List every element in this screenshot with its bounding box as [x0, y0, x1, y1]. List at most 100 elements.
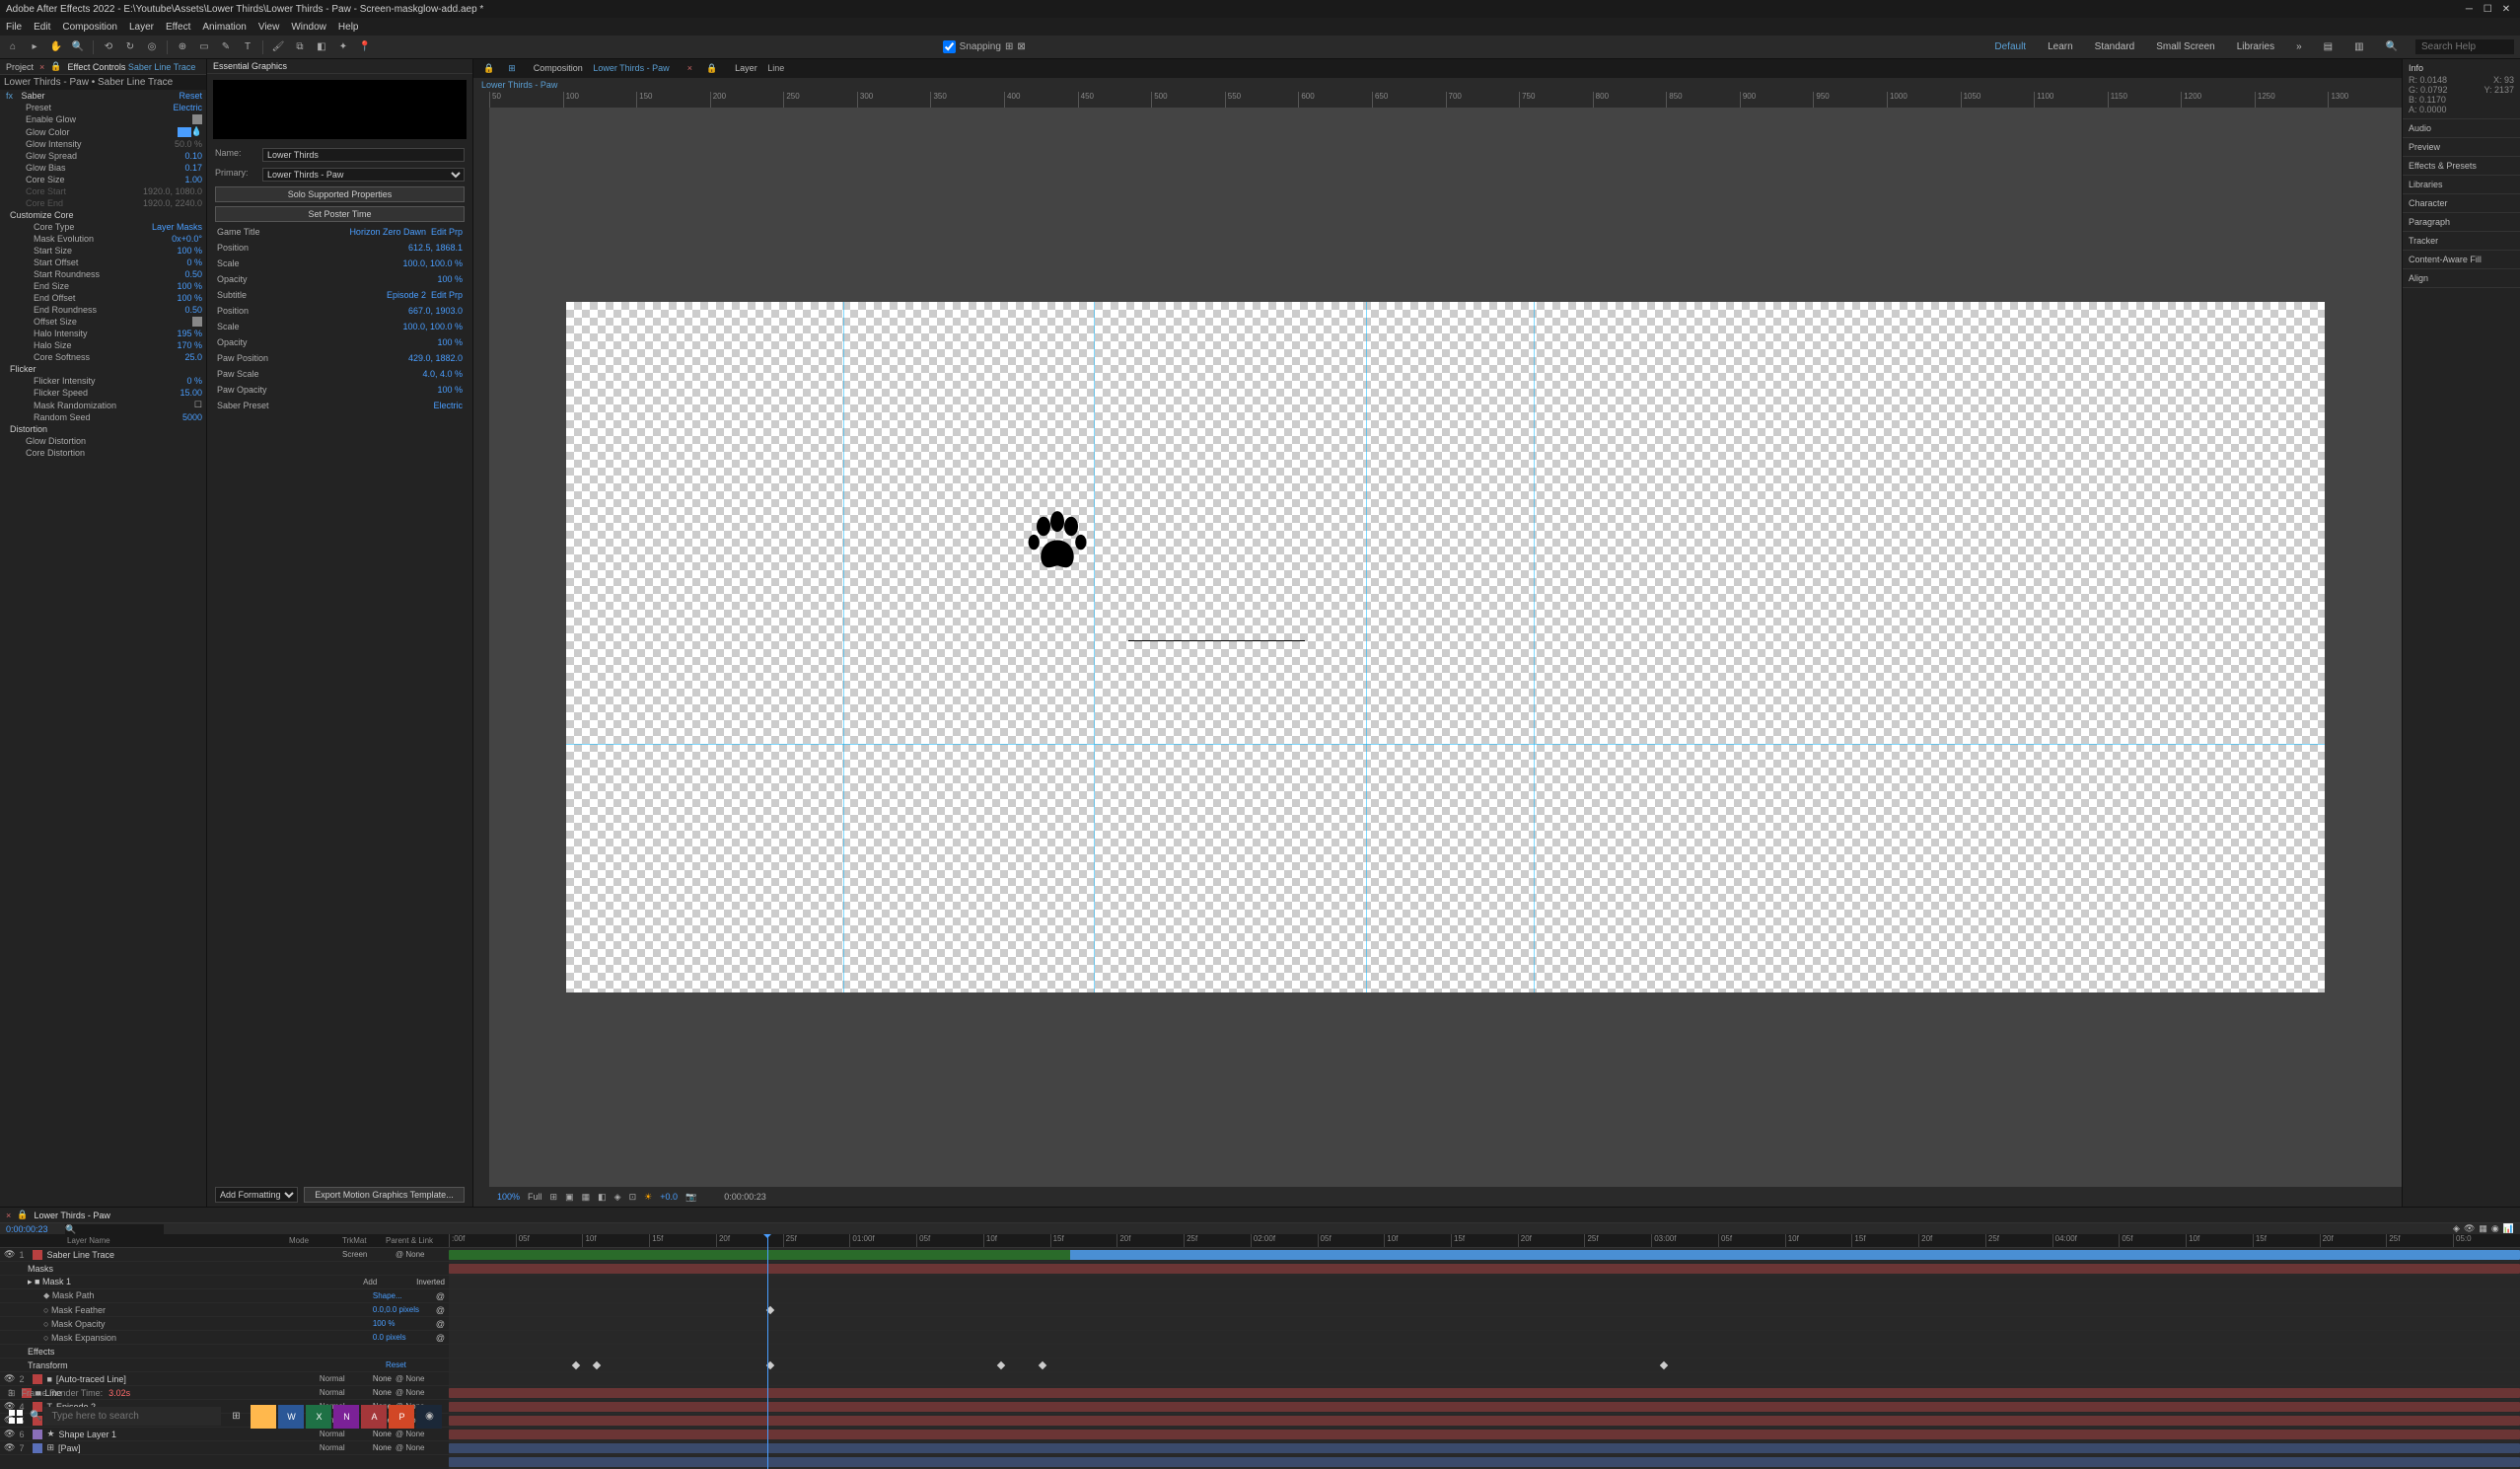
eyedropper-icon[interactable]: 💧 [191, 126, 202, 137]
comp-close-icon[interactable]: × [684, 61, 696, 76]
workspace-standard[interactable]: Standard [2091, 39, 2139, 54]
pen-tool-icon[interactable]: ✎ [219, 40, 233, 54]
layer-mask1[interactable]: ▸ ■ Mask 1AddInverted [0, 1276, 449, 1289]
comp-flow-icon[interactable]: ⊞ [504, 61, 520, 76]
layer-row-6[interactable]: 👁6★Shape Layer 1NormalNone@ None [0, 1428, 449, 1441]
resolution-dropdown[interactable]: Full [528, 1192, 542, 1202]
zoom-tool-icon[interactable]: 🔍 [71, 40, 85, 54]
menu-help[interactable]: Help [338, 22, 359, 33]
enable-glow-checkbox[interactable] [192, 114, 202, 124]
content-aware-panel[interactable]: Content-Aware Fill [2403, 251, 2520, 269]
preset-dropdown[interactable]: Electric [173, 103, 202, 112]
paragraph-panel[interactable]: Paragraph [2403, 213, 2520, 232]
view-icon[interactable]: ⊡ [629, 1192, 637, 1203]
workspace-default[interactable]: Default [1990, 39, 2030, 54]
layer-row-7[interactable]: 👁7⊞[Paw]NormalNone@ None [0, 1441, 449, 1455]
timeline-close-icon[interactable]: × [6, 1211, 11, 1220]
transparency-icon[interactable]: ▦ [582, 1192, 591, 1203]
playhead[interactable] [767, 1234, 768, 1469]
mask-rand-checkbox[interactable]: ☐ [194, 400, 202, 410]
layer-lock-icon[interactable]: 🔒 [702, 61, 721, 76]
pan-behind-tool-icon[interactable]: ⊕ [176, 40, 189, 54]
timeline-ruler[interactable]: :00f05f10f15f20f25f01:00f05f10f15f20f25f… [449, 1234, 2520, 1248]
word-icon[interactable]: W [278, 1405, 304, 1429]
workspace-more-icon[interactable]: » [2292, 39, 2306, 54]
composition-tab[interactable]: Composition Lower Thirds - Paw [526, 61, 678, 76]
layer-effects[interactable]: Effects [0, 1345, 449, 1359]
grid-icon[interactable]: ⊞ [550, 1192, 558, 1203]
brush-tool-icon[interactable]: 🖌 [271, 40, 285, 54]
mask-path[interactable]: ⬥ Mask PathShape...@ [0, 1289, 449, 1303]
taskbar-search-icon[interactable]: 🔍 [30, 1411, 41, 1422]
steam-icon[interactable]: ◉ [416, 1405, 442, 1429]
toolbar-icon-1[interactable]: ▤ [2320, 39, 2337, 54]
snapping-checkbox[interactable] [943, 40, 956, 53]
align-panel[interactable]: Align [2403, 269, 2520, 288]
home-icon[interactable]: ⌂ [6, 40, 20, 54]
effects-presets-panel[interactable]: Effects & Presets [2403, 157, 2520, 176]
menu-effect[interactable]: Effect [166, 22, 190, 33]
timeline-tab[interactable]: Lower Thirds - Paw [34, 1211, 109, 1220]
comp-lock-icon[interactable]: 🔒 [479, 61, 498, 76]
taskbar-search-input[interactable] [43, 1407, 221, 1426]
effect-controls-tab[interactable]: Effect Controls Saber Line Trace [68, 62, 196, 72]
tl-graph-icon[interactable]: 📊 [2503, 1223, 2514, 1234]
type-tool-icon[interactable]: T [241, 40, 254, 54]
exposure-value[interactable]: +0.0 [660, 1192, 678, 1202]
onenote-icon[interactable]: N [333, 1405, 359, 1429]
offset-size-checkbox[interactable] [192, 317, 202, 327]
menu-edit[interactable]: Edit [34, 22, 50, 33]
workspace-smallscreen[interactable]: Small Screen [2152, 39, 2218, 54]
camera-tool-icon[interactable]: ◎ [145, 40, 159, 54]
workspace-libraries[interactable]: Libraries [2233, 39, 2278, 54]
timeline-lock-icon[interactable]: 🔒 [17, 1210, 28, 1220]
character-panel[interactable]: Character [2403, 194, 2520, 213]
rectangle-tool-icon[interactable]: ▭ [197, 40, 211, 54]
breadcrumb[interactable]: Lower Thirds - Paw [481, 80, 557, 90]
orbit-tool-icon[interactable]: ⟲ [102, 40, 115, 54]
preview-panel[interactable]: Preview [2403, 138, 2520, 157]
powerpoint-icon[interactable]: P [389, 1405, 414, 1429]
effect-controls-lock-icon[interactable]: 🔒 [50, 61, 61, 72]
snap-collapse-icon[interactable]: ⊠ [1017, 41, 1025, 52]
layer-tab[interactable]: Layer Line [727, 61, 792, 76]
menu-animation[interactable]: Animation [202, 22, 246, 33]
menu-file[interactable]: File [6, 22, 22, 33]
3d-icon[interactable]: ◈ [614, 1192, 621, 1203]
layer-transform[interactable]: TransformReset [0, 1359, 449, 1372]
hand-tool-icon[interactable]: ✋ [49, 40, 63, 54]
set-poster-time-button[interactable]: Set Poster Time [215, 206, 465, 222]
search-help-input[interactable] [2415, 39, 2514, 54]
puppet-tool-icon[interactable]: 📍 [358, 40, 372, 54]
exposure-icon[interactable]: ☀ [644, 1192, 652, 1203]
roto-tool-icon[interactable]: ✦ [336, 40, 350, 54]
add-formatting-select[interactable]: Add Formatting [215, 1187, 298, 1203]
menu-layer[interactable]: Layer [129, 22, 154, 33]
zoom-dropdown[interactable]: 100% [497, 1192, 520, 1202]
region-icon[interactable]: ◧ [598, 1192, 607, 1203]
start-button[interactable] [4, 1405, 28, 1429]
menu-view[interactable]: View [258, 22, 280, 33]
solo-properties-button[interactable]: Solo Supported Properties [215, 186, 465, 202]
core-type-dropdown[interactable]: Layer Masks [152, 222, 202, 232]
mask-opacity[interactable]: ○ Mask Opacity100 %@ [0, 1317, 449, 1331]
eraser-tool-icon[interactable]: ◧ [315, 40, 328, 54]
task-view-icon[interactable]: ⊞ [223, 1405, 249, 1429]
libraries-panel[interactable]: Libraries [2403, 176, 2520, 194]
access-icon[interactable]: A [361, 1405, 387, 1429]
selection-tool-icon[interactable]: ▸ [28, 40, 41, 54]
rotation-tool-icon[interactable]: ↻ [123, 40, 137, 54]
toggle-switches-icon[interactable]: ⊞ [8, 1388, 16, 1399]
audio-panel[interactable]: Audio [2403, 119, 2520, 138]
mask-icon[interactable]: ▣ [565, 1192, 574, 1203]
export-mogrt-button[interactable]: Export Motion Graphics Template... [304, 1187, 465, 1203]
ec-close-icon[interactable]: × [39, 62, 44, 72]
layer-row-2[interactable]: 👁2■[Auto-traced Line]NormalNone@ None [0, 1372, 449, 1386]
composition-canvas[interactable] [489, 108, 2402, 1187]
eg-primary-select[interactable]: Lower Thirds - Paw [262, 168, 465, 182]
essential-graphics-tab[interactable]: Essential Graphics [213, 61, 287, 71]
snapshot-icon[interactable]: 📷 [685, 1192, 696, 1203]
menu-window[interactable]: Window [291, 22, 326, 33]
glow-color-swatch[interactable] [178, 127, 191, 137]
tl-draft3d-icon[interactable]: ◈ [2453, 1223, 2460, 1234]
